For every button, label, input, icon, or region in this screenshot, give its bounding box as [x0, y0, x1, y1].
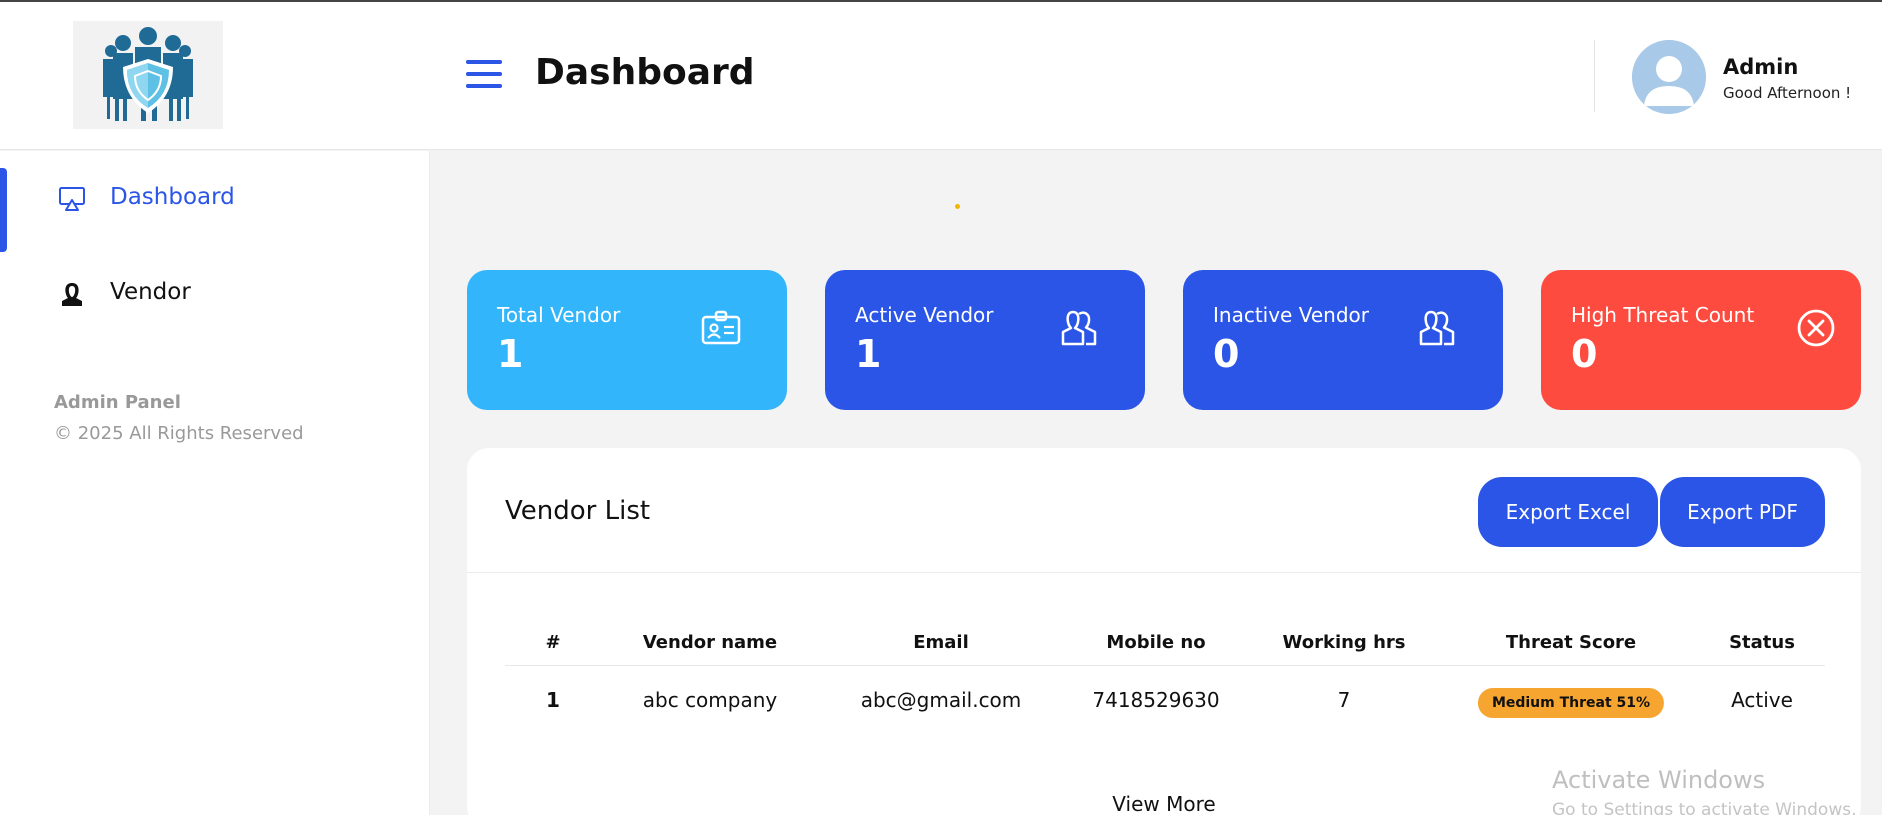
stat-card-active-vendor[interactable]: Active Vendor 1 — [825, 270, 1145, 410]
sidebar-footer-title: Admin Panel — [54, 392, 181, 413]
active-indicator — [0, 168, 7, 252]
view-more-link[interactable]: View More — [1112, 792, 1215, 815]
stat-label: High Threat Count — [1571, 303, 1755, 327]
stat-value: 1 — [497, 332, 524, 376]
monitor-icon — [59, 187, 85, 211]
loading-indicator — [955, 204, 960, 209]
threat-score-badge: Medium Threat 51% — [1477, 688, 1665, 718]
export-pdf-button[interactable]: Export PDF — [1660, 477, 1825, 547]
user-avatar-icon[interactable] — [1632, 40, 1706, 114]
mobile-cell: 7418529630 — [1092, 688, 1220, 712]
column-header[interactable]: Vendor name — [643, 632, 777, 653]
hamburger-icon[interactable] — [466, 60, 502, 92]
column-header[interactable]: # — [545, 632, 560, 653]
sidebar-item-dashboard[interactable]: Dashboard — [0, 168, 428, 252]
logo-graphic — [103, 27, 193, 121]
email-cell: abc@gmail.com — [860, 688, 1022, 712]
vendor-list-title: Vendor List — [505, 496, 651, 526]
sidebar-item-label: Dashboard — [110, 184, 235, 210]
page-title: Dashboard — [535, 52, 755, 93]
person-icon — [62, 283, 82, 306]
vendor-list-panel: Vendor List Export Excel Export PDF # Ve… — [467, 448, 1861, 815]
vendor-table: # Vendor name Email Mobile no Working hr… — [505, 618, 1825, 732]
id-card-icon — [701, 310, 741, 345]
table-row[interactable]: 1 abc company abc@gmail.com 7418529630 7… — [505, 666, 1825, 732]
stat-label: Active Vendor — [855, 303, 994, 327]
stat-label: Total Vendor — [497, 303, 621, 327]
export-excel-button[interactable]: Export Excel — [1478, 477, 1658, 547]
stat-card-inactive-vendor[interactable]: Inactive Vendor 0 — [1183, 270, 1503, 410]
column-header[interactable]: Mobile no — [1106, 632, 1205, 653]
table-header-row: # Vendor name Email Mobile no Working hr… — [505, 618, 1825, 666]
sidebar-footer-copyright: © 2025 All Rights Reserved — [54, 423, 304, 444]
user-greeting: Good Afternoon ! — [1723, 84, 1852, 102]
column-header[interactable]: Status — [1729, 632, 1795, 653]
stat-value: 1 — [855, 332, 882, 376]
users-icon — [1061, 310, 1097, 346]
stat-card-total-vendor[interactable]: Total Vendor 1 — [467, 270, 787, 410]
row-index: 1 — [546, 688, 560, 712]
vendor-name-cell: abc company — [642, 688, 778, 712]
panel-divider — [467, 572, 1861, 573]
users-icon — [1419, 310, 1455, 346]
sidebar-item-vendor[interactable]: Vendor — [0, 264, 428, 324]
threat-score-cell: Medium Threat 51% — [1477, 688, 1665, 718]
column-header[interactable]: Threat Score — [1506, 632, 1636, 653]
sidebar — [0, 151, 430, 815]
sidebar-item-label: Vendor — [110, 279, 191, 305]
user-name: Admin — [1723, 55, 1799, 79]
stat-value: 0 — [1213, 332, 1240, 376]
header-divider — [1594, 40, 1595, 112]
vendor-shield-logo[interactable] — [73, 21, 223, 129]
working-hrs-cell: 7 — [1337, 688, 1351, 712]
top-header: Dashboard Admin Good Afternoon ! — [0, 2, 1882, 150]
status-cell: Active — [1731, 688, 1793, 712]
stat-label: Inactive Vendor — [1213, 303, 1369, 327]
stat-value: 0 — [1571, 332, 1598, 376]
column-header[interactable]: Email — [913, 632, 969, 653]
windows-activation-subtext: Go to Settings to activate Windows. — [1552, 800, 1857, 815]
close-circle-icon — [1797, 309, 1835, 347]
column-header[interactable]: Working hrs — [1283, 632, 1406, 653]
stat-card-high-threat-count[interactable]: High Threat Count 0 — [1541, 270, 1861, 410]
windows-activation-watermark: Activate Windows — [1552, 766, 1766, 794]
